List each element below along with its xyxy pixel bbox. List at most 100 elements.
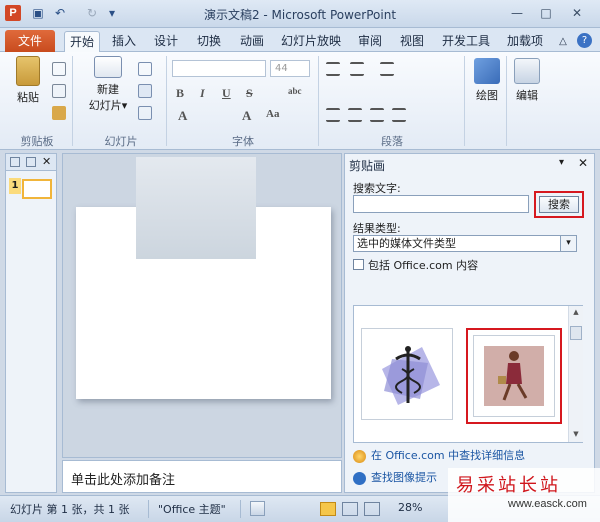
- paste-label: 粘贴: [17, 91, 39, 104]
- status-divider: [240, 500, 241, 518]
- tab-animations[interactable]: 动画: [236, 31, 268, 52]
- office-link-row[interactable]: 在 Office.com 中查找详细信息: [353, 447, 525, 463]
- close-button[interactable]: ✕: [566, 4, 588, 22]
- tab-review[interactable]: 审阅: [354, 31, 386, 52]
- include-office-checkbox[interactable]: [353, 259, 364, 270]
- pane-options-icon[interactable]: ▾: [559, 157, 564, 168]
- drawing-button[interactable]: 绘图: [470, 58, 504, 103]
- collapse-ribbon-icon[interactable]: △: [556, 31, 570, 52]
- font-size-select[interactable]: 44: [270, 60, 310, 77]
- watermark-url: www.easck.com: [508, 498, 587, 510]
- section-icon[interactable]: [138, 106, 152, 120]
- group-divider: [506, 56, 507, 146]
- new-slide-label-2: 幻灯片▾: [88, 99, 128, 112]
- scrollbar-thumb[interactable]: [570, 326, 582, 340]
- italic-button[interactable]: I: [200, 86, 205, 101]
- help-icon[interactable]: ?: [577, 33, 592, 48]
- format-painter-icon[interactable]: [52, 106, 66, 120]
- thumbnail-tabs: ✕: [6, 154, 56, 171]
- change-case-button[interactable]: Aa: [266, 108, 279, 120]
- shapes-icon: [474, 58, 500, 84]
- close-pane-icon[interactable]: ✕: [42, 155, 51, 168]
- editing-button[interactable]: 编辑: [510, 58, 544, 103]
- copy-icon[interactable]: [52, 84, 66, 98]
- maximize-button[interactable]: □: [535, 4, 557, 22]
- minimize-button[interactable]: —: [506, 4, 528, 22]
- tab-design[interactable]: 设计: [150, 31, 182, 52]
- zoom-level[interactable]: 28%: [398, 501, 422, 514]
- scroll-down-icon[interactable]: ▼: [571, 430, 581, 438]
- notes-pane[interactable]: 单击此处添加备注: [62, 460, 342, 493]
- paste-button[interactable]: 粘贴: [8, 56, 48, 105]
- caduceus-icon: [382, 346, 440, 405]
- notes-placeholder: 单击此处添加备注: [71, 473, 176, 488]
- tips-link[interactable]: 查找图像提示: [371, 471, 437, 484]
- paragraph-group-label: 段落: [381, 135, 403, 148]
- result-type-select[interactable]: 选中的媒体文件类型: [353, 235, 577, 252]
- bullets-icon[interactable]: [326, 62, 340, 76]
- title-bar: P ▣ ↶ ↻ ▾ 演示文稿2 - Microsoft PowerPoint —…: [0, 0, 600, 28]
- theme-status: "Office 主题": [158, 503, 226, 516]
- office-link[interactable]: 在 Office.com 中查找详细信息: [371, 449, 525, 462]
- reading-view-icon[interactable]: [364, 502, 380, 516]
- outline-tab-icon[interactable]: [26, 157, 36, 167]
- tab-file[interactable]: 文件: [5, 30, 55, 52]
- new-slide-label: 新建: [97, 83, 119, 96]
- align-right-icon[interactable]: [370, 108, 384, 122]
- tab-transitions[interactable]: 切换: [193, 31, 225, 52]
- clipart-result-woman[interactable]: [473, 335, 555, 417]
- selection-highlight-box: [466, 328, 562, 424]
- new-slide-button[interactable]: 新建 幻灯片▾: [82, 56, 134, 113]
- slides-tab-icon[interactable]: [10, 157, 20, 167]
- cut-icon[interactable]: [52, 62, 66, 76]
- scroll-up-icon[interactable]: ▲: [571, 308, 581, 316]
- tab-developer[interactable]: 开发工具: [440, 31, 492, 52]
- normal-view-icon[interactable]: [320, 502, 336, 516]
- tab-insert[interactable]: 插入: [108, 31, 140, 52]
- indent-icon[interactable]: [380, 62, 394, 76]
- drawing-label: 绘图: [476, 89, 498, 102]
- group-divider: [464, 56, 465, 146]
- results-scrollbar[interactable]: ▲ ▼: [568, 306, 583, 442]
- group-divider: [72, 56, 73, 146]
- search-input[interactable]: [353, 195, 529, 213]
- sorter-view-icon[interactable]: [342, 502, 358, 516]
- font-color-button[interactable]: A: [178, 108, 187, 124]
- clipart-placeholder[interactable]: [136, 157, 256, 259]
- slide-editing-area: [62, 153, 342, 458]
- underline-button[interactable]: U: [222, 86, 231, 101]
- spellcheck-icon[interactable]: [250, 501, 265, 516]
- include-office-label: 包括 Office.com 内容: [368, 259, 479, 272]
- binoculars-icon: [514, 58, 540, 84]
- tab-home[interactable]: 开始: [64, 31, 100, 52]
- close-pane-icon[interactable]: ✕: [578, 156, 588, 170]
- clipart-result-caduceus[interactable]: [361, 328, 453, 420]
- slides-group-label: 幻灯片: [104, 135, 138, 148]
- slide-thumbnail[interactable]: [22, 179, 52, 199]
- align-center-icon[interactable]: [348, 108, 362, 122]
- tab-slideshow[interactable]: 幻灯片放映: [280, 31, 342, 52]
- slide-number: 1: [9, 178, 21, 194]
- tab-view[interactable]: 视图: [396, 31, 428, 52]
- chevron-down-icon[interactable]: ▾: [560, 235, 577, 252]
- slide-count-status: 幻灯片 第 1 张，共 1 张: [10, 503, 130, 516]
- numbering-icon[interactable]: [350, 62, 364, 76]
- char-spacing-button[interactable]: abc: [288, 86, 302, 96]
- tips-link-row[interactable]: 查找图像提示: [353, 469, 437, 485]
- clipboard-group-label: 剪贴板: [20, 135, 54, 148]
- bold-button[interactable]: B: [176, 86, 184, 101]
- justify-icon[interactable]: [392, 108, 406, 122]
- tab-addins[interactable]: 加载项: [504, 31, 546, 52]
- search-highlight-box: 搜索: [534, 191, 584, 218]
- status-divider: [148, 500, 149, 518]
- reset-icon[interactable]: [138, 84, 152, 98]
- woman-walking-icon: [484, 346, 544, 406]
- strikethrough-button[interactable]: S: [246, 86, 253, 101]
- paste-icon: [16, 56, 40, 86]
- layout-icon[interactable]: [138, 62, 152, 76]
- slide-thumbnail-pane: ✕ 1: [5, 153, 57, 493]
- font-family-select[interactable]: [172, 60, 266, 77]
- grow-font-button[interactable]: A: [242, 108, 251, 124]
- search-button[interactable]: 搜索: [539, 196, 579, 213]
- align-left-icon[interactable]: [326, 108, 340, 122]
